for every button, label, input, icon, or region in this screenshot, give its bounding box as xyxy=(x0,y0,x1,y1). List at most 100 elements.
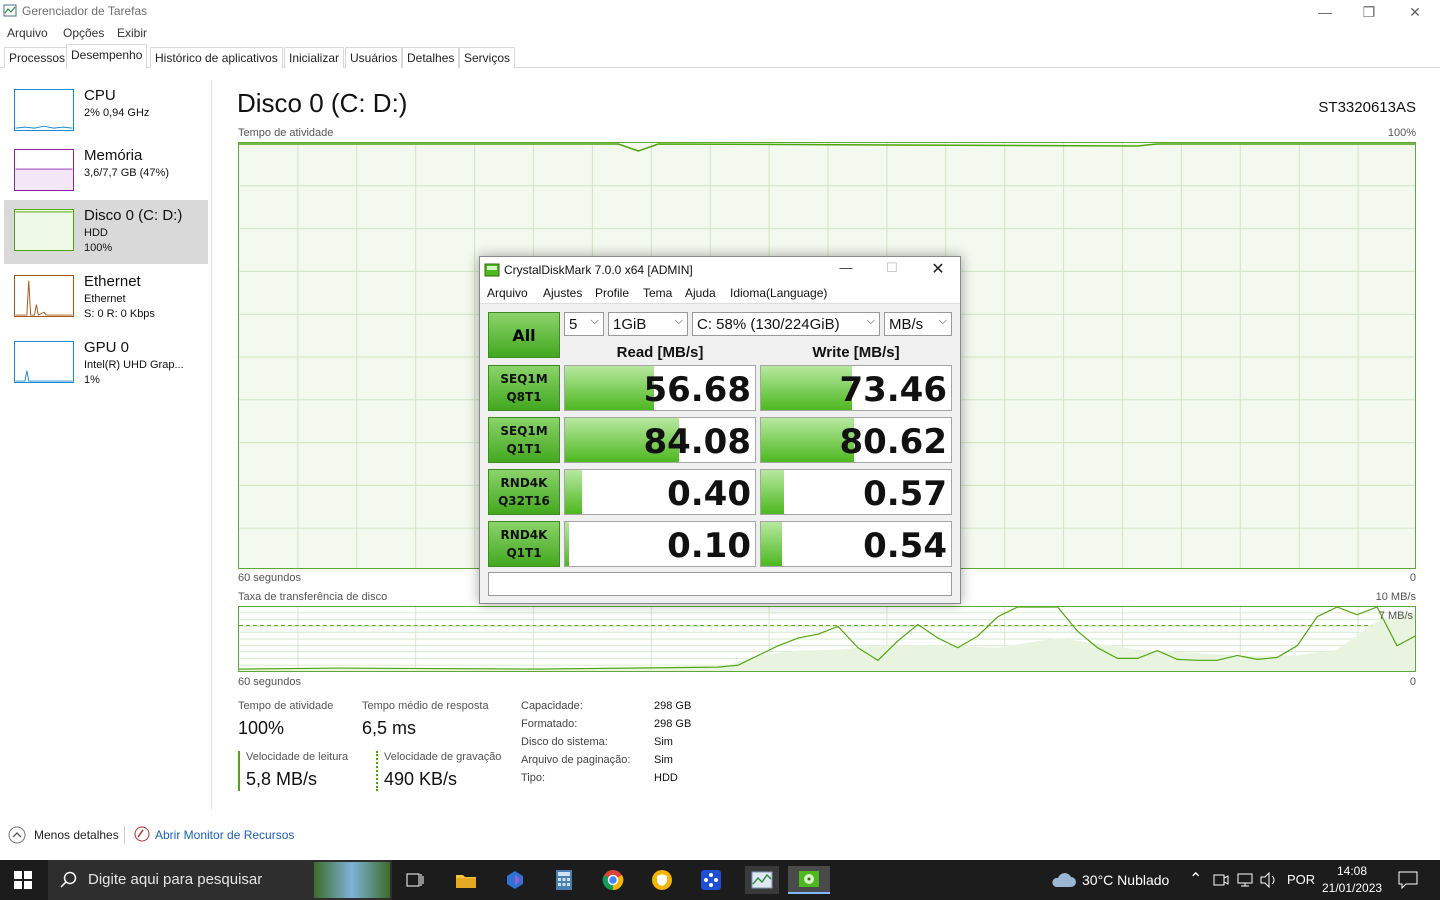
write-result: 0.57 xyxy=(760,469,952,515)
stat-write-label: Velocidade de gravação xyxy=(384,751,502,763)
activity-chart-max: 100% xyxy=(1387,127,1416,139)
tab-usuarios[interactable]: Usuários xyxy=(345,47,403,68)
all-button[interactable]: All xyxy=(488,312,560,358)
write-result: 0.54 xyxy=(760,521,952,567)
tab-servicos[interactable]: Serviços xyxy=(459,47,516,68)
menu-opcoes[interactable]: Opções xyxy=(63,26,104,40)
test-label: RND4K xyxy=(500,476,548,490)
tab-bar: Processos Desempenho Histórico de aplica… xyxy=(0,44,1440,69)
comment-input[interactable] xyxy=(488,572,952,596)
copilot-icon[interactable] xyxy=(500,866,530,894)
write-result: 73.46 xyxy=(760,365,952,411)
cdm-menu-arquivo[interactable]: Arquivo xyxy=(487,286,528,300)
clock-date[interactable]: 21/01/2023 xyxy=(1322,881,1382,895)
result-bar xyxy=(565,366,655,410)
chrome-icon[interactable] xyxy=(598,866,628,894)
result-value: 73.46 xyxy=(839,370,947,410)
write-header: Write [MB/s] xyxy=(812,344,900,361)
test-rnd4k-q1t1-button[interactable]: RND4K Q1T1 xyxy=(488,521,560,567)
meet-icon[interactable] xyxy=(1213,872,1229,888)
result-value: 80.62 xyxy=(839,422,947,462)
sidebar-item-title: CPU xyxy=(84,87,116,104)
language-indicator[interactable]: POR xyxy=(1287,872,1315,887)
cdm-menu-profile[interactable]: Profile xyxy=(595,286,629,300)
resource-monitor-link[interactable]: Abrir Monitor de Recursos xyxy=(155,828,294,842)
less-details-button[interactable]: Menos detalhes xyxy=(34,828,119,842)
cdm-menu-bar: Arquivo Ajustes Profile Tema Ajuda Idiom… xyxy=(480,283,960,303)
sidebar-item-memory[interactable]: Memória 3,6/7,7 GB (47%) xyxy=(4,140,208,204)
task-manager-icon xyxy=(3,4,17,17)
read-header: Read [MB/s] xyxy=(616,344,704,361)
volume-icon[interactable] xyxy=(1260,872,1278,888)
sidebar-item-cpu[interactable]: CPU 2% 0,94 GHz xyxy=(4,80,208,144)
sidebar-item-gpu[interactable]: GPU 0 Intel(R) UHD Grap... 1% xyxy=(4,332,208,396)
chevron-up-icon[interactable]: ⌃ xyxy=(1189,869,1202,889)
cdm-maximize-button[interactable]: ☐ xyxy=(872,260,912,280)
network-icon[interactable] xyxy=(1237,872,1253,888)
crystaldiskmark-taskbar-icon[interactable] xyxy=(788,866,830,894)
tab-detalhes[interactable]: Detalhes xyxy=(402,47,460,68)
chevron-down-icon: ⌵ xyxy=(866,315,875,327)
sidebar-item-sub1: Ethernet xyxy=(84,293,126,305)
detail-value: 298 GB xyxy=(654,700,692,712)
notification-center-icon[interactable] xyxy=(1398,871,1418,889)
tab-inicializar[interactable]: Inicializar xyxy=(284,47,345,68)
clock-time[interactable]: 14:08 xyxy=(1337,864,1367,878)
calculator-icon[interactable] xyxy=(549,866,579,894)
tab-processos[interactable]: Processos xyxy=(4,47,71,68)
sidebar-item-title: GPU 0 xyxy=(84,339,130,356)
test-seq1m-q1t1-button[interactable]: SEQ1M Q1T1 xyxy=(488,417,560,463)
task-view-icon[interactable] xyxy=(400,866,430,894)
cdm-menu-ajustes[interactable]: Ajustes xyxy=(543,286,582,300)
search-box[interactable]: Digite aqui para pesquisar xyxy=(48,860,392,900)
cdm-menu-tema[interactable]: Tema xyxy=(643,286,672,300)
menu-arquivo[interactable]: Arquivo xyxy=(7,26,48,40)
detail-label: Arquivo de paginação: xyxy=(521,754,631,766)
test-rnd4k-q32t16-button[interactable]: RND4K Q32T16 xyxy=(488,469,560,515)
write-result: 80.62 xyxy=(760,417,952,463)
sidebar-item-sub1: Intel(R) UHD Grap... xyxy=(84,359,184,371)
tab-desempenho[interactable]: Desempenho xyxy=(66,44,148,69)
test-label-sub: Q1T1 xyxy=(506,546,542,560)
count-select[interactable]: 5 ⌵ xyxy=(564,312,604,336)
chevron-up-icon[interactable] xyxy=(8,826,26,844)
sidebar-item-sub2: 1% xyxy=(84,374,100,386)
weather-text[interactable]: 30°C Nublado xyxy=(1082,872,1169,888)
chevron-down-icon: ⌵ xyxy=(590,315,599,327)
drive-select[interactable]: C: 58% (130/224GiB) ⌵ xyxy=(692,312,880,336)
sidebar-item-ethernet[interactable]: Ethernet Ethernet S: 0 R: 0 Kbps xyxy=(4,266,208,330)
task-manager-taskbar-icon[interactable] xyxy=(745,866,779,894)
cdm-close-button[interactable]: ✕ xyxy=(918,259,958,281)
test-seq1m-q8t1-button[interactable]: SEQ1M Q8T1 xyxy=(488,365,560,411)
detail-value: Sim xyxy=(654,736,673,748)
cdm-minimize-button[interactable]: — xyxy=(826,260,866,280)
cdm-menu-ajuda[interactable]: Ajuda xyxy=(685,286,716,300)
app-blue-dots-icon[interactable] xyxy=(696,866,726,894)
detail-label: Capacidade: xyxy=(521,700,583,712)
transfer-chart-marker: 7 MB/s xyxy=(1378,610,1413,622)
stat-response-value: 6,5 ms xyxy=(362,718,417,738)
chevron-down-icon: ⌵ xyxy=(938,315,947,327)
size-select[interactable]: 1GiB ⌵ xyxy=(608,312,688,336)
maximize-button[interactable]: ❐ xyxy=(1346,0,1392,24)
cdm-title-bar: CrystalDiskMark 7.0.0 x64 [ADMIN] — ☐ ✕ xyxy=(480,257,960,283)
unit-select[interactable]: MB/s ⌵ xyxy=(884,312,952,336)
windows-start-icon[interactable] xyxy=(14,871,32,889)
detail-label: Disco do sistema: xyxy=(521,736,608,748)
cloud-weather-icon[interactable] xyxy=(1050,871,1076,889)
result-bar xyxy=(565,522,569,566)
activity-chart-time: 60 segundos xyxy=(238,572,301,584)
detail-value: Sim xyxy=(654,754,673,766)
sidebar-item-disk[interactable]: Disco 0 (C: D:) HDD 100% xyxy=(4,200,208,264)
footer-divider xyxy=(124,826,125,844)
menu-exibir[interactable]: Exibir xyxy=(117,26,147,40)
file-explorer-icon[interactable] xyxy=(451,866,481,894)
tab-historico[interactable]: Histórico de aplicativos xyxy=(150,47,283,68)
cdm-menu-idioma[interactable]: Idioma(Language) xyxy=(730,286,827,300)
cdm-window-title: CrystalDiskMark 7.0.0 x64 [ADMIN] xyxy=(504,263,693,277)
minimize-button[interactable]: — xyxy=(1302,0,1348,24)
close-button[interactable]: ✕ xyxy=(1392,0,1438,24)
crystaldiskmark-icon xyxy=(484,263,500,277)
read-indicator xyxy=(238,751,240,791)
vpn-shield-icon[interactable] xyxy=(647,866,677,894)
